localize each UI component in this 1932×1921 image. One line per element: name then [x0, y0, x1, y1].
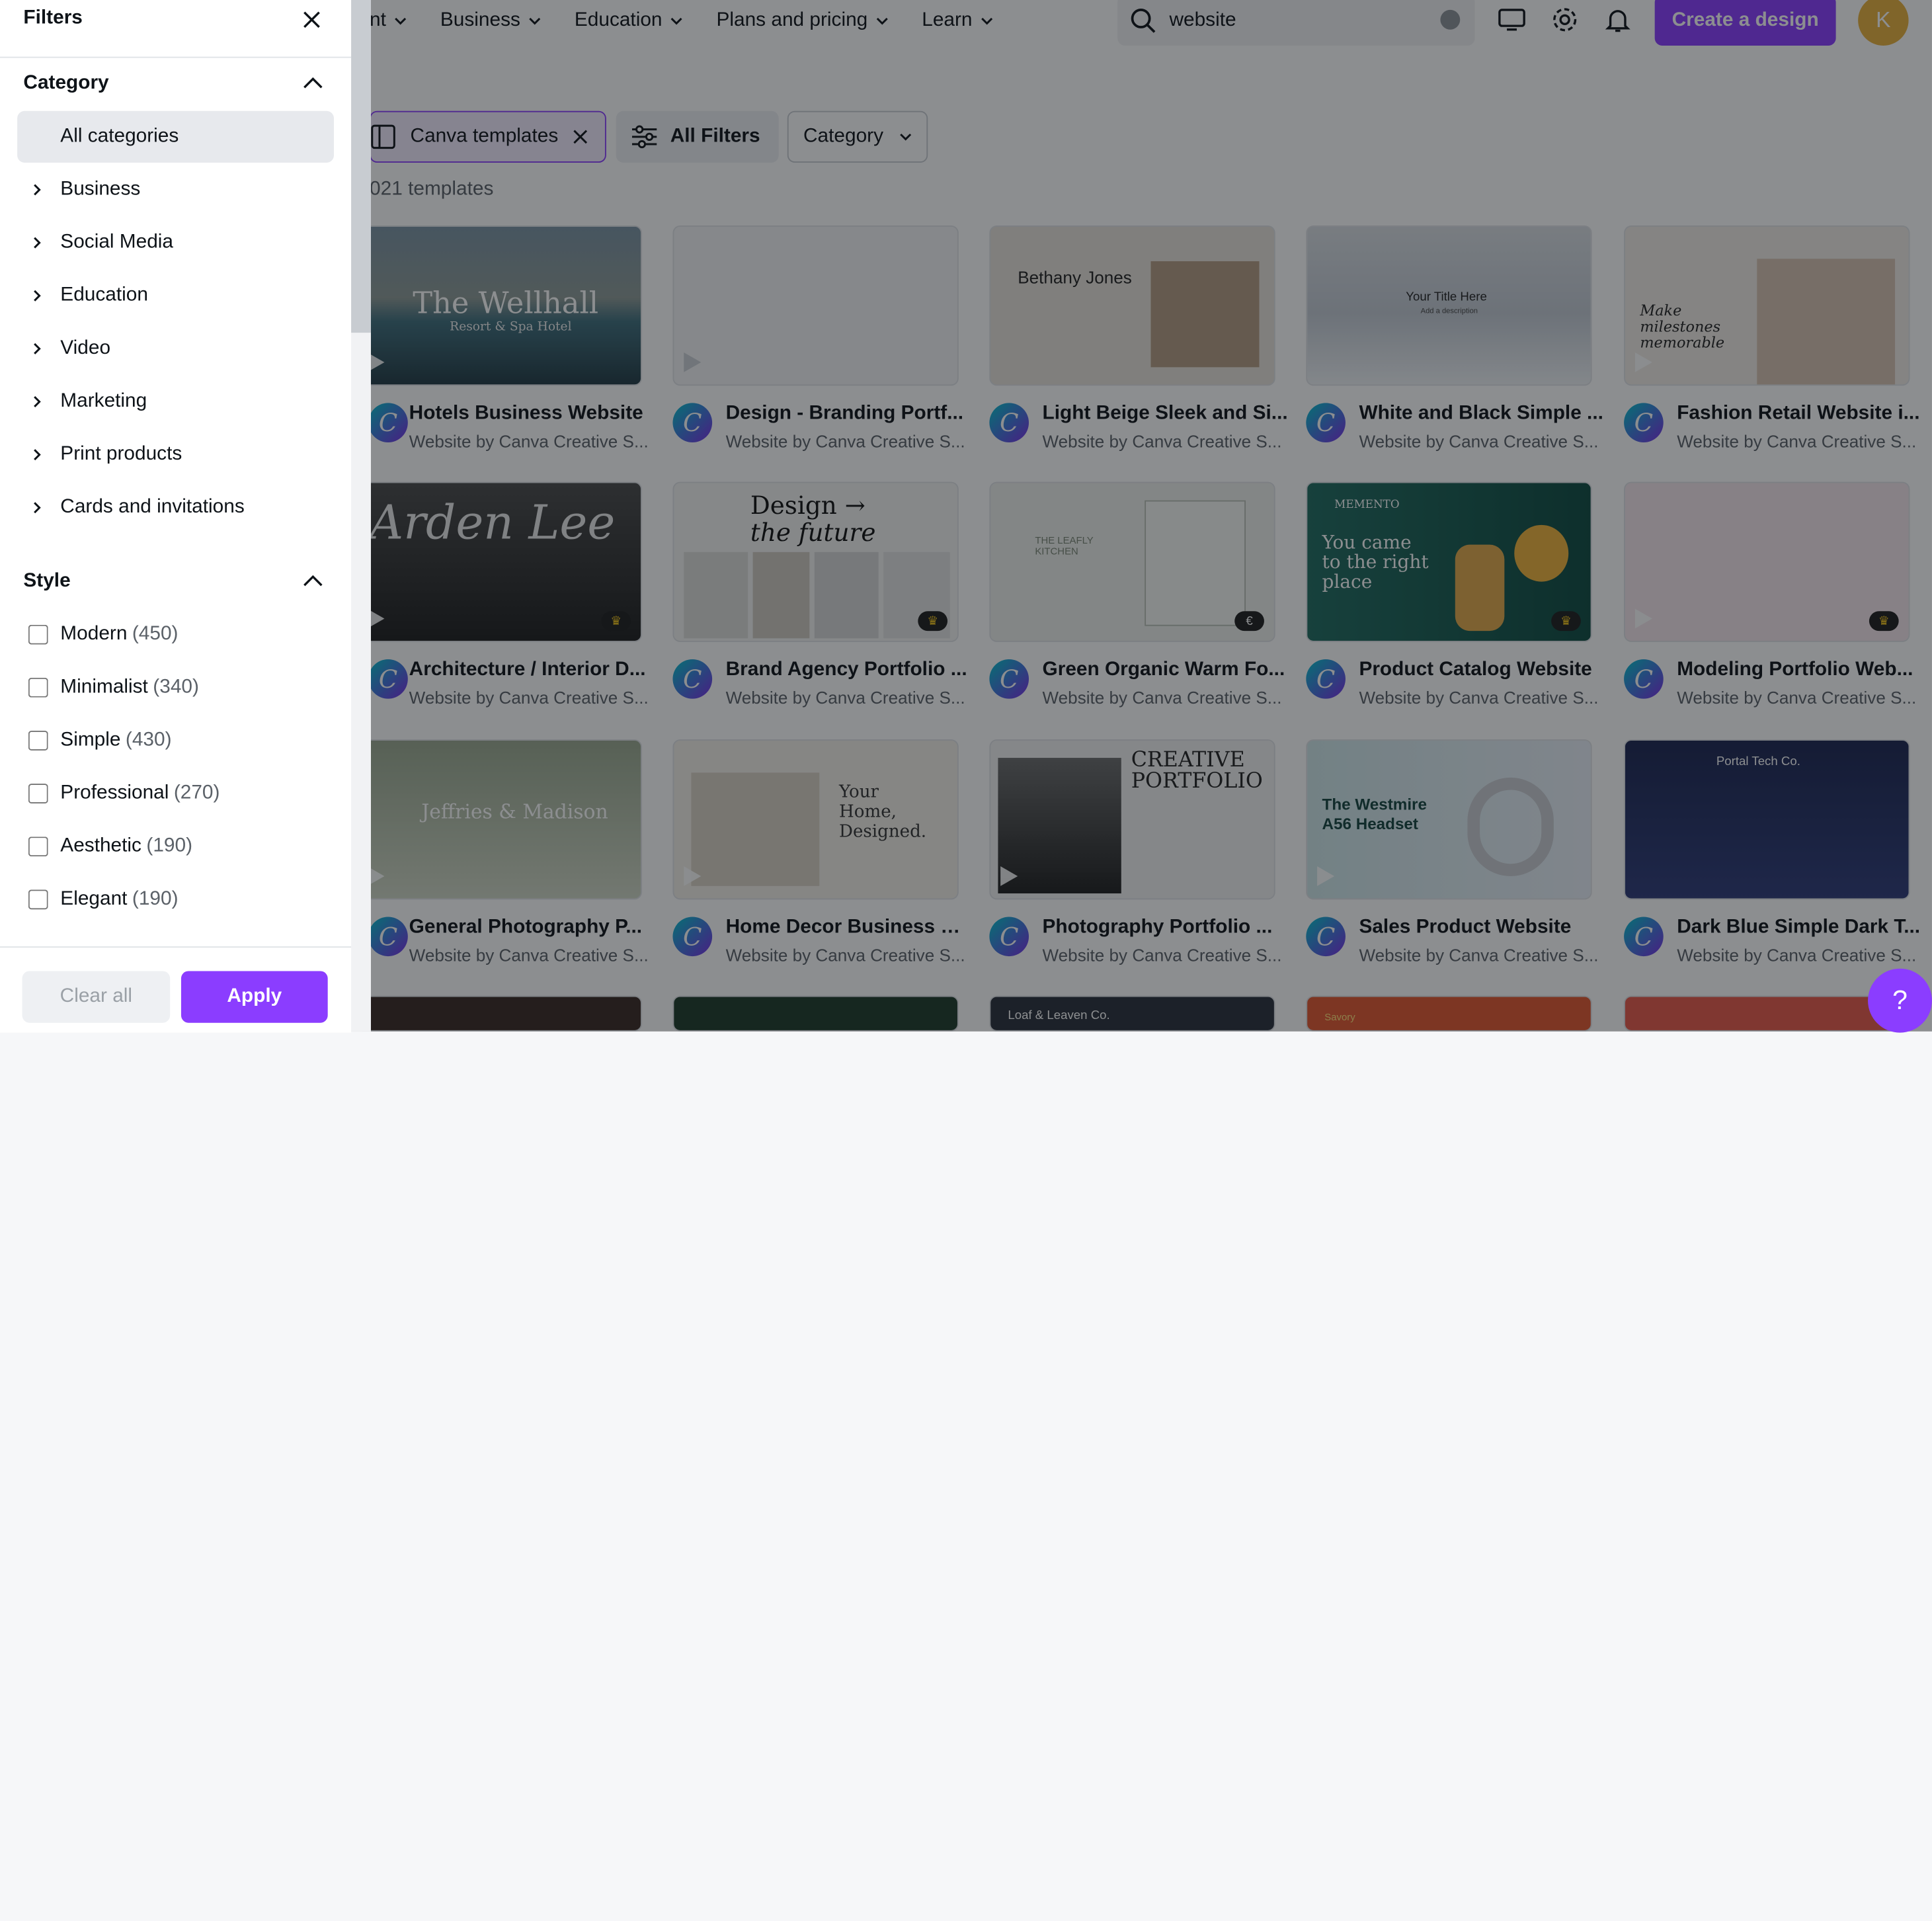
help-button[interactable]: ? [1868, 968, 1932, 1033]
category-section-title: Category [23, 72, 109, 94]
style-simple[interactable]: Simple (430) [28, 727, 172, 754]
category-all[interactable]: All categories [17, 110, 335, 163]
category-education[interactable]: Education [30, 281, 148, 311]
close-icon[interactable] [302, 10, 322, 30]
chevron-right-icon [34, 502, 41, 514]
category-print-products[interactable]: Print products [30, 440, 182, 470]
chevron-right-icon [34, 290, 41, 302]
chevron-right-icon [34, 449, 41, 461]
style-checkbox[interactable] [28, 677, 48, 698]
chevron-up-icon[interactable] [302, 571, 325, 593]
style-checkbox[interactable] [28, 624, 48, 645]
chevron-right-icon [34, 237, 41, 249]
chevron-right-icon [34, 184, 41, 196]
chevron-right-icon [34, 395, 41, 408]
category-video[interactable]: Video [30, 334, 110, 364]
chevron-up-icon[interactable] [302, 73, 325, 95]
category-business[interactable]: Business [30, 175, 140, 205]
scrollbar-thumb[interactable] [351, 0, 371, 333]
style-checkbox[interactable] [28, 889, 48, 910]
chevron-right-icon [34, 343, 41, 354]
apply-button[interactable]: Apply [181, 971, 328, 1023]
category-social-media[interactable]: Social Media [30, 228, 173, 258]
filters-panel: Filters Category All categories Business… [0, 0, 371, 1033]
style-checkbox[interactable] [28, 784, 48, 804]
style-minimalist[interactable]: Minimalist (340) [28, 674, 199, 701]
clear-all-button[interactable]: Clear all [22, 971, 171, 1023]
category-cards-invitations[interactable]: Cards and invitations [30, 493, 245, 522]
style-checkbox[interactable] [28, 731, 48, 751]
style-elegant[interactable]: Elegant (190) [28, 886, 179, 913]
style-modern[interactable]: Modern (450) [28, 621, 178, 648]
filters-title: Filters [23, 7, 83, 28]
style-section-title: Style [23, 570, 71, 592]
style-aesthetic[interactable]: Aesthetic (190) [28, 833, 192, 860]
style-professional[interactable]: Professional (270) [28, 780, 220, 807]
category-marketing[interactable]: Marketing [30, 387, 147, 417]
style-checkbox[interactable] [28, 837, 48, 857]
divider [0, 56, 352, 58]
